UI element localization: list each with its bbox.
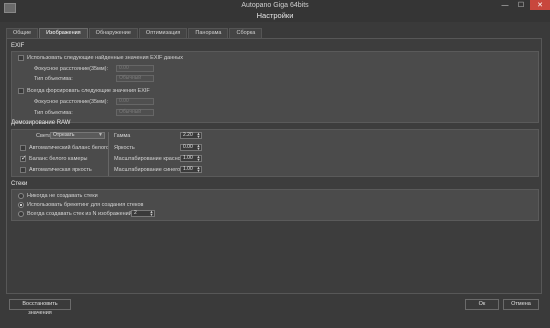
blue-scale-label: Масштабирование синего [114,167,181,173]
never-stack-label: Никогда не создавать стеки [27,193,98,199]
focal-length-input-2[interactable]: 0.00 [116,98,154,105]
bracketing-stack-label: Использовать брекетинг для создания стек… [27,202,144,208]
auto-brightness-checkbox[interactable] [20,167,26,173]
lens-type-select-2[interactable]: Обычный [116,109,154,116]
spin-arrows-icon[interactable]: ▲ ▼ [149,210,154,217]
dialog-title: Настройки [256,11,294,20]
tab-panorama[interactable]: Панорама [188,28,229,38]
settings-window: Autopano Giga 64bits Настройки — ☐ ✕ Общ… [0,0,550,328]
force-exif-label: Всегда форсировать следующие значения EX… [27,88,150,94]
light-label: Света [36,133,52,139]
always-stack-label: Всегда создавать стек из N изображений [27,211,132,217]
auto-wb-checkbox[interactable] [20,145,26,151]
brightness-value: 0.00 [183,144,193,150]
stack-count-value: 2 [134,210,137,216]
camera-wb-checkbox[interactable] [20,154,27,162]
cancel-button[interactable]: Отмена [503,299,539,310]
camera-wb-label: Баланс белого камеры [29,156,88,162]
spin-arrows-icon[interactable]: ▲ ▼ [196,132,201,139]
tab-general[interactable]: Общие [6,28,39,38]
spin-arrows-icon[interactable]: ▲ ▼ [196,155,201,162]
force-exif-checkbox[interactable] [18,88,24,94]
gamma-value: 2.20 [183,132,193,138]
light-select-value: Отрезать [53,132,75,138]
exif-group: Использовать следующие найденные значени… [11,51,539,123]
restore-defaults-button[interactable]: Восстановить значения [9,299,71,316]
red-scale-value: 1.00 [183,155,193,161]
title-bar: Autopano Giga 64bits Настройки — ☐ ✕ [0,0,550,22]
ok-button[interactable]: Ок [465,299,499,310]
brightness-spinbox[interactable]: 0.00 ▲ ▼ [180,144,202,151]
focal-length-label-2: Фокусное расстояние(35мм): [34,99,108,105]
spin-arrows-icon[interactable]: ▲ ▼ [196,144,201,151]
never-stack-radio[interactable] [18,193,24,199]
lens-type-label-1: Тип объектива: [34,76,73,82]
blue-scale-spinbox[interactable]: 1.00 ▲ ▼ [180,166,202,173]
use-exif-label: Использовать следующие найденные значени… [27,55,183,61]
light-select[interactable]: Отрезать ▼ [50,132,105,139]
tab-bar: Общие Изображения Обнаружение Оптимизаци… [6,28,263,38]
focal-length-input-1[interactable]: 0.00 [116,65,154,72]
exif-section-title: EXIF [11,43,25,49]
tab-detection[interactable]: Обнаружение [88,28,138,38]
red-scale-spinbox[interactable]: 1.00 ▲ ▼ [180,155,202,162]
close-button[interactable]: ✕ [530,0,550,10]
auto-wb-label: Автоматический баланс белого [29,145,109,151]
stacks-group: Никогда не создавать стеки Использовать … [11,189,539,221]
focal-length-label-1: Фокусное расстояние(35мм): [34,66,108,72]
lens-type-label-2: Тип объектива: [34,110,73,116]
spin-arrows-icon[interactable]: ▲ ▼ [196,166,201,173]
red-scale-label: Масштабирование красного [114,156,186,162]
gamma-spinbox[interactable]: 2.20 ▲ ▼ [180,132,202,139]
minimize-button[interactable]: — [498,0,512,10]
app-title: Autopano Giga 64bits [241,2,309,9]
blue-scale-value: 1.00 [183,166,193,172]
always-stack-radio[interactable] [18,211,24,217]
gamma-label: Гамма [114,133,131,139]
tab-images[interactable]: Изображения [39,28,88,38]
stack-count-spinbox[interactable]: 2 ▲ ▼ [131,210,155,217]
tab-render[interactable]: Сборка [229,28,263,38]
brightness-label: Яркость [114,145,135,151]
chevron-down-icon: ▼ [98,132,103,138]
raw-section-title: Демозирование RAW [11,120,71,126]
raw-group: Света Отрезать ▼ Автоматический баланс б… [11,129,539,177]
stacks-section-title: Стеки [11,181,28,187]
maximize-button[interactable]: ☐ [514,0,528,10]
lens-type-select-1[interactable]: Обычный [116,75,154,82]
tab-optimization[interactable]: Оптимизация [138,28,188,38]
bracketing-stack-radio[interactable] [18,202,24,208]
raw-divider [108,132,109,176]
tab-panel: EXIF Использовать следующие найденные зн… [6,38,542,294]
use-exif-checkbox[interactable] [18,55,24,61]
auto-brightness-label: Автоматическая яркость [29,167,92,173]
